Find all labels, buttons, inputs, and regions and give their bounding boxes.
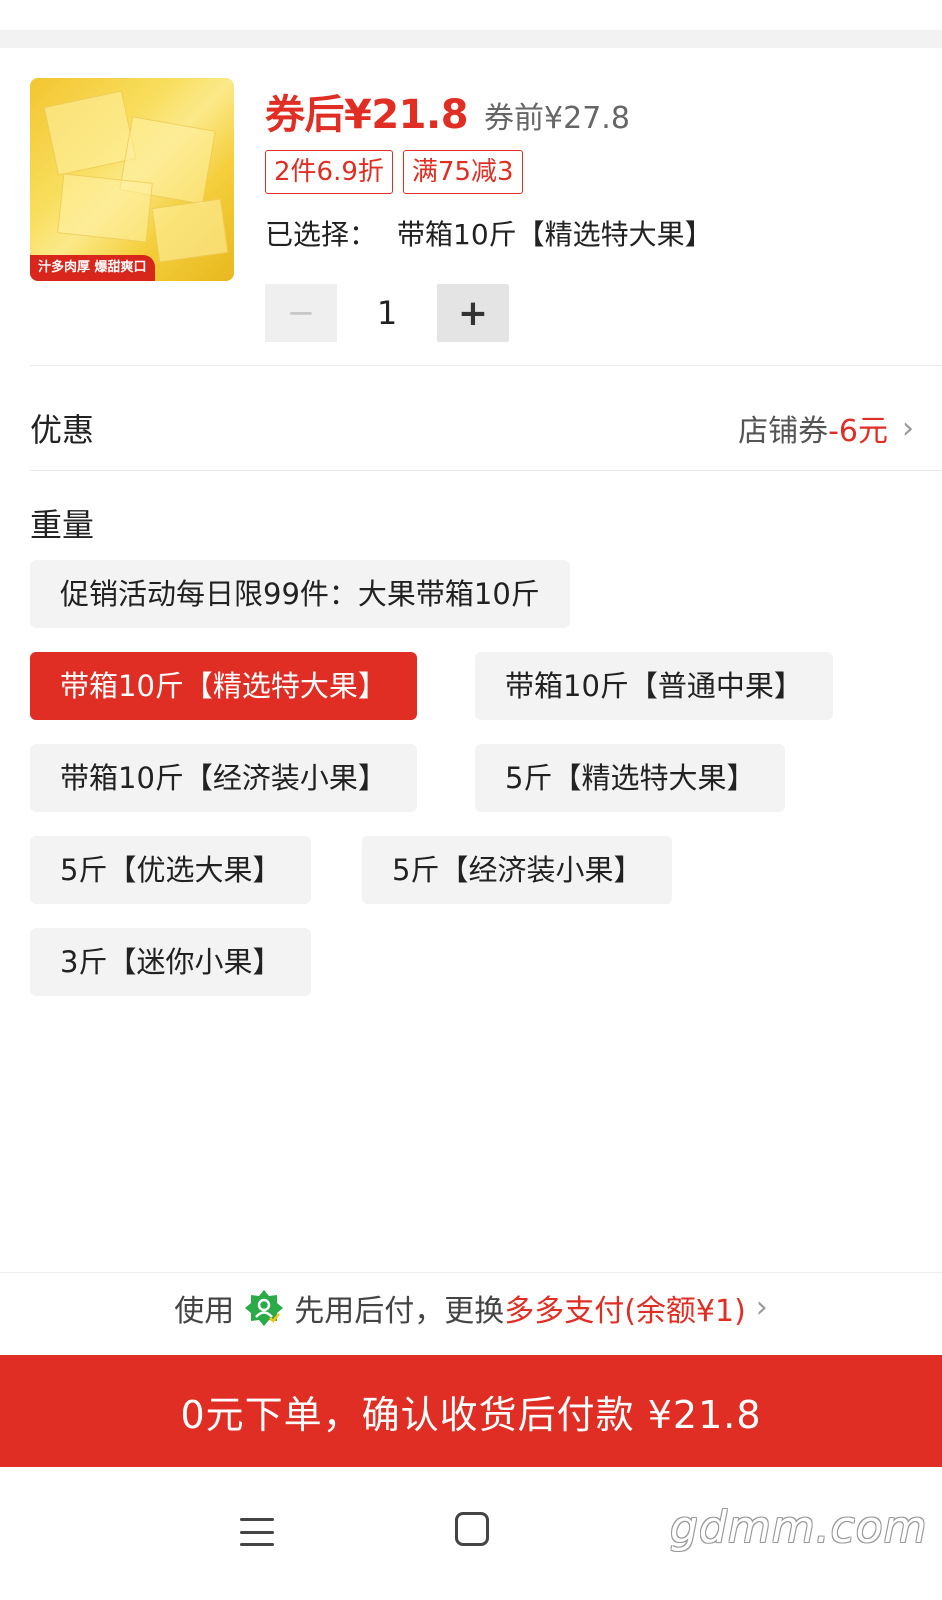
- weight-section-title: 重量: [30, 506, 95, 544]
- price-before-coupon: 券前¥27.8: [484, 101, 630, 136]
- pineapple-chunk: [43, 90, 137, 176]
- divider: [30, 365, 942, 366]
- top-separator: [0, 30, 942, 48]
- selected-label: 已选择：: [265, 218, 378, 251]
- weight-option[interactable]: 5斤【优选大果】: [30, 836, 312, 904]
- coupon-summary: 店铺券 -6元 ›: [738, 406, 914, 450]
- chevron-right-icon: ›: [755, 1290, 768, 1325]
- weight-option[interactable]: 5斤【经济装小果】: [362, 836, 673, 904]
- weight-option[interactable]: 带箱10斤【经济装小果】: [30, 744, 417, 812]
- weight-option[interactable]: 促销活动每日限99件：大果带箱10斤: [30, 560, 570, 628]
- thumbnail-caption: 汁多肉厚 爆甜爽口: [30, 255, 155, 281]
- top-spacer: [0, 0, 942, 30]
- watermark: gdmm.com: [670, 1502, 928, 1553]
- coupon-label: 店铺券: [738, 414, 829, 449]
- quantity-value[interactable]: 1: [337, 294, 437, 332]
- selected-spec: 已选择： 带箱10斤【精选特大果】: [265, 213, 713, 253]
- price-after-coupon: 券后¥21.8: [265, 92, 469, 138]
- place-order-button[interactable]: 0元下单，确认收货后付款 ¥21.8: [0, 1355, 942, 1467]
- divider: [30, 470, 942, 471]
- payment-method-alternative[interactable]: 多多支付(余额¥1): [504, 1286, 746, 1330]
- weight-option[interactable]: 5斤【精选特大果】: [475, 744, 786, 812]
- promo-tags: 2件6.9折 满75减3: [265, 150, 523, 194]
- pay-later-badge-icon: [244, 1288, 284, 1328]
- coupon-row[interactable]: 优惠 店铺券 -6元 ›: [30, 398, 914, 458]
- promo-tag: 2件6.9折: [265, 150, 393, 194]
- payment-prefix: 使用: [174, 1293, 235, 1329]
- coupon-amount: -6元: [828, 414, 888, 449]
- increase-button[interactable]: +: [437, 284, 509, 342]
- home-icon[interactable]: [455, 1512, 489, 1546]
- payment-method-current: 先用后付，更换: [294, 1293, 505, 1329]
- price-row: 券后¥21.8 券前¥27.8: [265, 82, 630, 140]
- plus-icon: +: [457, 292, 489, 334]
- pineapple-chunk: [151, 198, 229, 263]
- decrease-button[interactable]: −: [265, 284, 337, 342]
- weight-option[interactable]: 3斤【迷你小果】: [30, 928, 312, 996]
- chevron-right-icon: ›: [902, 410, 914, 446]
- minus-icon: −: [286, 293, 316, 333]
- promo-tag: 满75减3: [402, 150, 523, 194]
- product-thumbnail[interactable]: 汁多肉厚 爆甜爽口: [30, 78, 234, 281]
- weight-option-selected[interactable]: 带箱10斤【精选特大果】: [30, 652, 417, 720]
- weight-option[interactable]: 带箱10斤【普通中果】: [475, 652, 833, 720]
- quantity-stepper: − 1 +: [265, 284, 509, 342]
- pineapple-chunk: [57, 173, 153, 243]
- menu-icon[interactable]: [240, 1518, 274, 1546]
- selected-value: 带箱10斤【精选特大果】: [397, 218, 713, 251]
- coupon-title: 优惠: [30, 411, 95, 449]
- payment-method-row[interactable]: 使用 先用后付，更换 多多支付(余额¥1) ›: [0, 1272, 942, 1342]
